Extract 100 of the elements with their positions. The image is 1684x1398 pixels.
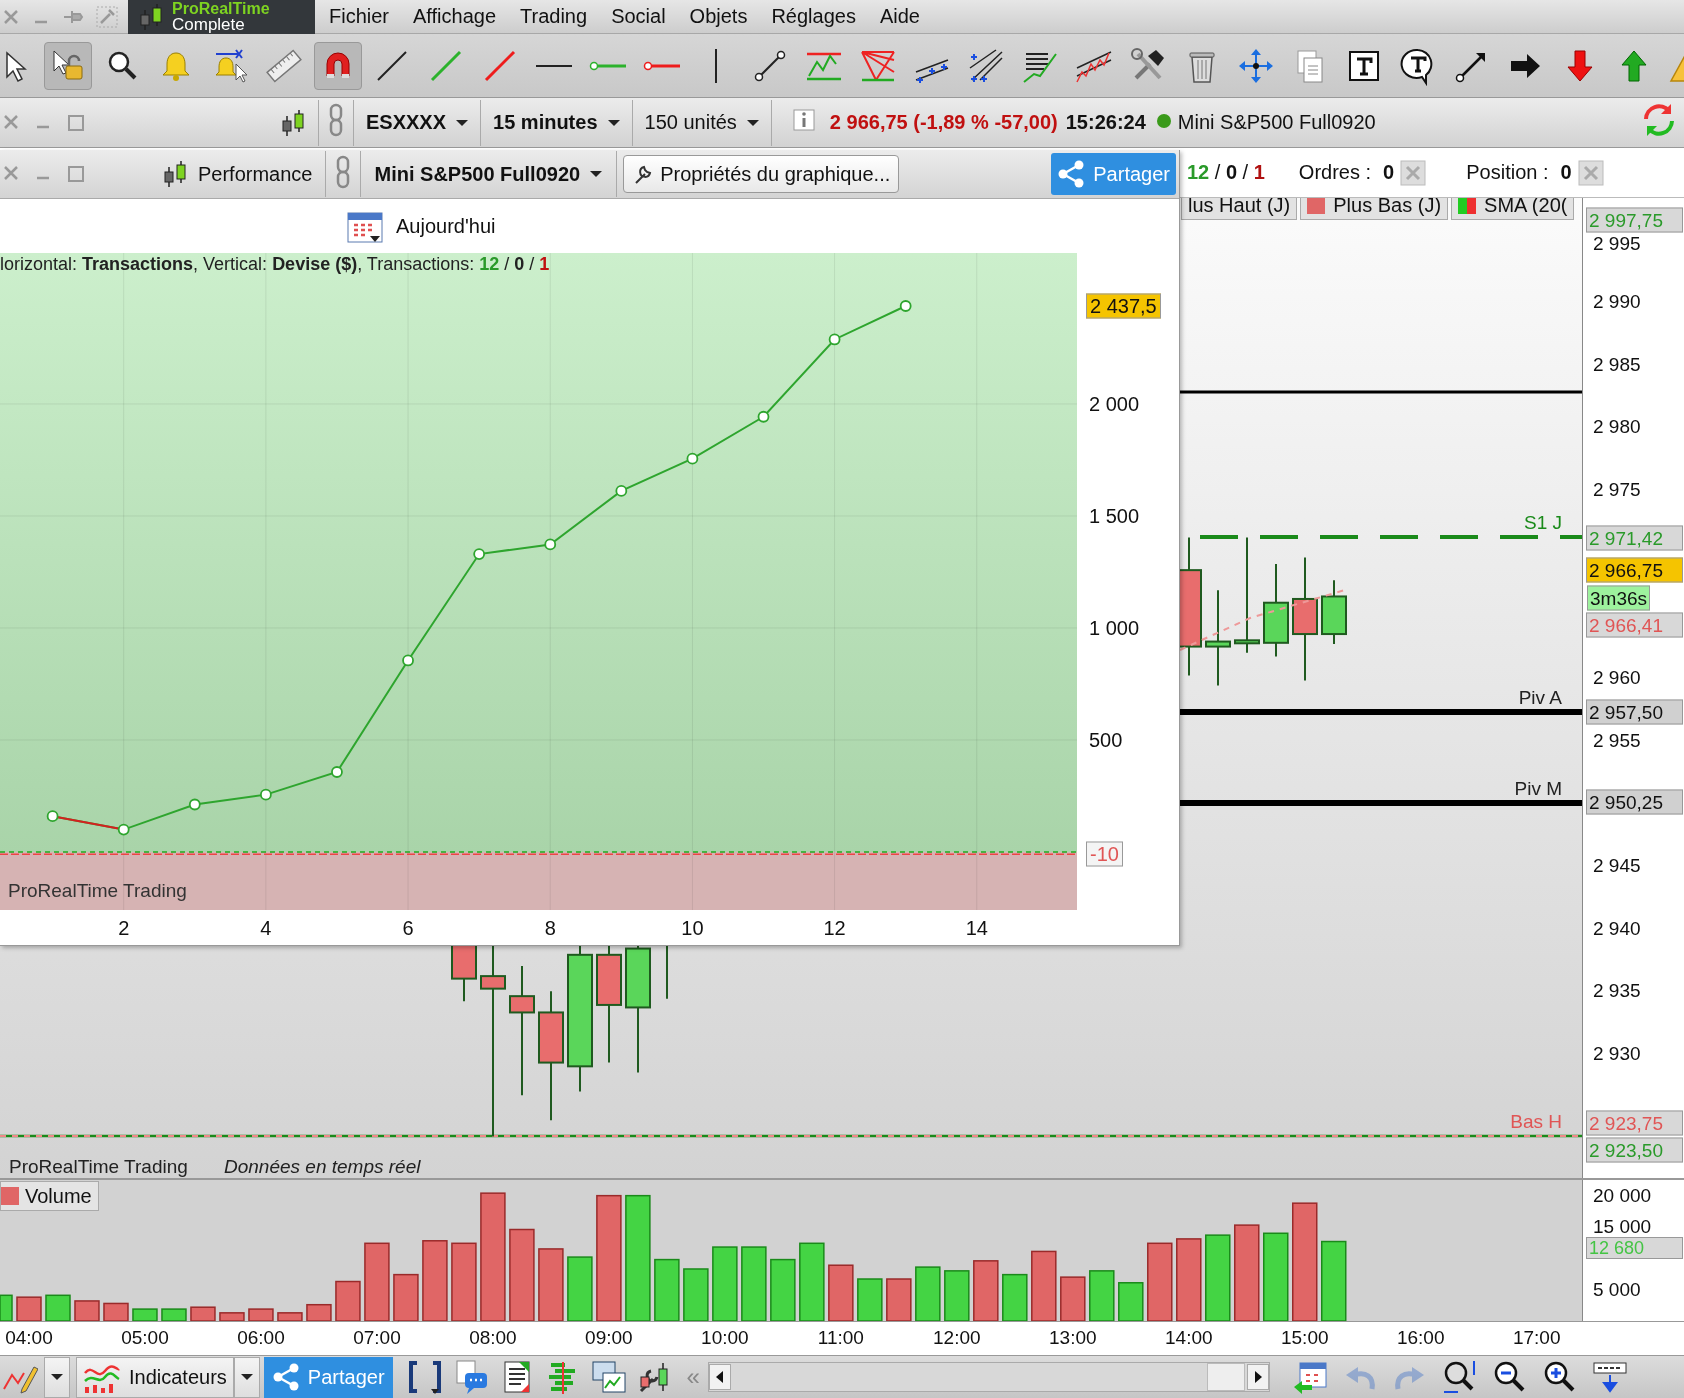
scroll-right-icon[interactable]: [1246, 1364, 1269, 1390]
axis-label: 2 960: [1593, 667, 1641, 689]
time-label: 10:00: [701, 1327, 749, 1349]
axis-label: 2 945: [1593, 855, 1641, 877]
time-label: 08:00: [469, 1327, 517, 1349]
axis-label: 2 975: [1593, 479, 1641, 501]
volume-bar: [654, 1258, 680, 1321]
close-icon[interactable]: [2, 164, 20, 182]
price-marker: 2 923,50: [1586, 1137, 1683, 1163]
properties-button[interactable]: Propriétés du graphique...: [623, 155, 900, 193]
horizontal-scrollbar[interactable]: [707, 1362, 1270, 1392]
time-label: 12:00: [933, 1327, 981, 1349]
volume-bar: [248, 1308, 274, 1321]
cursor-lock-icon[interactable]: [44, 41, 92, 90]
timeframe-dropdown[interactable]: 15 minutes: [481, 99, 633, 146]
info-icon[interactable]: [791, 108, 816, 132]
point: [188, 798, 201, 811]
position-value: 0: [1560, 161, 1572, 184]
axis-label: 8: [544, 917, 556, 940]
caret-icon: [607, 118, 620, 127]
menu-item[interactable]: Fichier: [317, 5, 401, 28]
point: [828, 333, 841, 346]
orders-value: 0: [1383, 161, 1395, 184]
menu-item[interactable]: Trading: [508, 5, 600, 28]
menu-item[interactable]: Affichage: [401, 5, 509, 28]
point: [615, 484, 628, 497]
orders-label: Ordres :: [1298, 161, 1372, 184]
status-dot: [1155, 113, 1172, 129]
menu-item[interactable]: Aide: [867, 5, 932, 28]
cancel-icon[interactable]: [1400, 159, 1427, 186]
chain-icon[interactable]: [327, 103, 345, 137]
axis-label: 2 995: [1593, 233, 1641, 255]
axis-label: 2 930: [1593, 1043, 1641, 1065]
windows-chart-icon[interactable]: [590, 1359, 627, 1395]
volume-bar: [1118, 1282, 1144, 1321]
caret-icon: [51, 1373, 63, 1381]
menu-item[interactable]: Réglages: [759, 5, 868, 28]
axis-label: 14: [965, 917, 988, 940]
magnet-icon[interactable]: [314, 41, 362, 90]
share-icon: [1057, 160, 1086, 188]
threshold-label: -10: [1086, 841, 1123, 867]
axis-label: 15 000: [1593, 1216, 1652, 1238]
scroll-down-icon[interactable]: [1591, 1359, 1628, 1395]
axis-label: 12: [823, 917, 846, 940]
volume-bar: [132, 1308, 158, 1321]
symbol-dropdown[interactable]: ESXXXX: [354, 99, 482, 146]
volume-bar: [335, 1280, 361, 1321]
dropdown-button[interactable]: [233, 1356, 260, 1398]
today-button[interactable]: Aujourd'hui: [346, 208, 496, 244]
maximize-icon[interactable]: [66, 164, 86, 184]
menu-item[interactable]: Objets: [677, 5, 760, 28]
volume-bar: [0, 1294, 13, 1321]
volume-bar: [770, 1258, 796, 1321]
volume-bar: [567, 1256, 593, 1321]
point: [473, 548, 486, 560]
axis-label: 2 990: [1593, 291, 1641, 313]
bracket-icon[interactable]: [406, 1359, 443, 1395]
indicators-button[interactable]: Indicateurs: [76, 1356, 234, 1398]
zoom-fit-icon[interactable]: [1441, 1359, 1478, 1395]
wrench-icon[interactable]: [96, 5, 118, 28]
position-label: Position :: [1466, 161, 1549, 184]
volume-marker: 12 680: [1586, 1236, 1683, 1259]
time-label: 13:00: [1049, 1327, 1097, 1349]
time-label: 17:00: [1512, 1327, 1561, 1349]
legend-item[interactable]: Volume: [0, 1181, 99, 1211]
axis-label: 2 935: [1593, 980, 1641, 1002]
maximize-icon[interactable]: [66, 112, 86, 133]
dropdown-button[interactable]: [44, 1356, 70, 1398]
scrollbar-thumb[interactable]: [1206, 1363, 1245, 1391]
scroll-left-icon[interactable]: [708, 1364, 731, 1390]
close-icon[interactable]: [2, 112, 20, 131]
level-label: S1 J: [1523, 512, 1562, 534]
axis-label: 1 000: [1089, 616, 1140, 640]
source-label: ProRealTime Trading: [8, 880, 187, 902]
logo-title: ProRealTime: [172, 0, 270, 16]
volume-bar: [74, 1300, 100, 1321]
instrument-name: Mini S&P500 Full0920: [1177, 111, 1376, 134]
point: [899, 300, 912, 312]
point: [259, 788, 272, 801]
instrument-dropdown[interactable]: Mini S&P500 Full0920: [360, 151, 618, 197]
caret-icon: [746, 118, 759, 127]
axis-label: 20 000: [1593, 1184, 1652, 1207]
volume-bar: [828, 1264, 854, 1321]
point: [117, 823, 130, 836]
price-quote: 2 966,75 (-1,89 % -57,00): [829, 111, 1058, 134]
volume-bar: [973, 1260, 999, 1321]
logo-subtitle: Complete: [172, 15, 246, 33]
volume-bar: [1089, 1270, 1115, 1321]
axis-label: 2 940: [1593, 918, 1641, 940]
axis-label: 5 000: [1593, 1278, 1641, 1301]
point: [686, 452, 699, 465]
legend-label: Volume: [25, 1184, 92, 1208]
axis-label: 2 980: [1593, 416, 1641, 438]
time-label: 04:00: [5, 1327, 53, 1349]
source-label: ProRealTime Trading: [9, 1156, 188, 1178]
close-icon[interactable]: [2, 7, 20, 26]
menu-item[interactable]: Social: [599, 5, 678, 28]
cancel-icon[interactable]: [1577, 159, 1604, 186]
time-label: 15:00: [1281, 1327, 1329, 1349]
units-dropdown[interactable]: 150 unités: [632, 99, 772, 146]
